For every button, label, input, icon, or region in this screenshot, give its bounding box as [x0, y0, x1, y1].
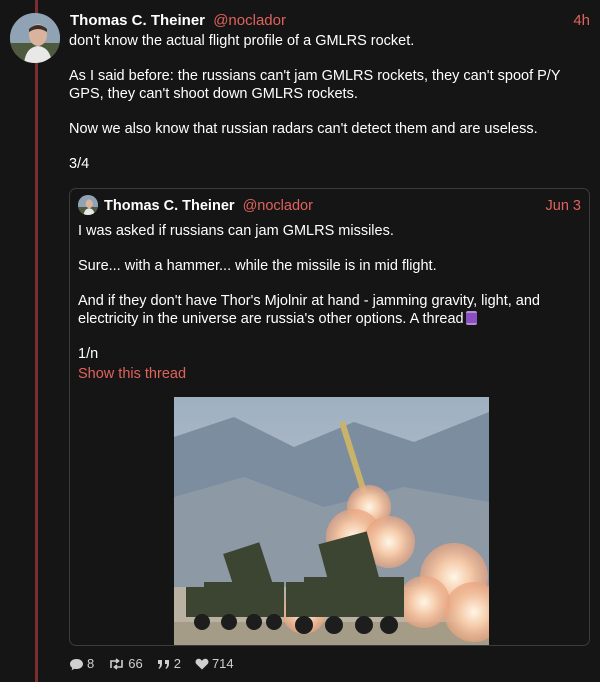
boost-button[interactable]: 66: [108, 656, 143, 672]
like-count: 714: [211, 656, 234, 671]
avatar[interactable]: [10, 13, 60, 63]
quote-button[interactable]: 2: [157, 656, 181, 672]
author-name[interactable]: Thomas C. Theiner: [70, 12, 205, 29]
post-paragraph: As I said before: the russians can't jam…: [69, 68, 561, 102]
quote-icon: [157, 659, 169, 669]
post-header: Thomas C. Theiner @noclador 4h: [70, 11, 590, 31]
quoted-paragraph: I was asked if russians can jam GMLRS mi…: [78, 223, 394, 239]
thread-line: [35, 0, 38, 682]
show-thread-link[interactable]: Show this thread: [78, 365, 583, 383]
thread-counter: 1/n: [78, 346, 99, 362]
like-button[interactable]: 714: [195, 656, 234, 672]
reply-count: 8: [87, 656, 95, 671]
attached-photo[interactable]: [174, 397, 489, 645]
quoted-author-name[interactable]: Thomas C. Theiner: [104, 198, 235, 214]
quoted-post[interactable]: Thomas C. Theiner @noclador Jun 3 I was …: [69, 188, 590, 646]
quoted-body: I was asked if russians can jam GMLRS mi…: [78, 222, 583, 383]
reply-icon: [70, 658, 83, 670]
quoted-author-handle[interactable]: @noclador: [243, 198, 313, 214]
quoted-paragraph: Sure... with a hammer... while the missi…: [78, 258, 437, 274]
quoted-time[interactable]: Jun 3: [546, 197, 581, 215]
post-paragraph: Now we also know that russian radars can…: [69, 121, 538, 137]
thread-emoji-icon: [465, 311, 477, 325]
quoted-paragraph: And if they don't have Thor's Mjolnir at…: [78, 292, 583, 328]
post-body: don't know the actual flight profile of …: [69, 32, 594, 190]
author-handle[interactable]: @noclador: [213, 12, 286, 29]
boost-count: 66: [128, 656, 143, 671]
reply-button[interactable]: 8: [69, 656, 94, 672]
quote-count: 2: [173, 656, 181, 671]
repost-icon: [110, 658, 124, 670]
post-actions: 8 66 2 714: [69, 656, 234, 672]
post-paragraph: don't know the actual flight profile of …: [69, 33, 415, 49]
post-time[interactable]: 4h: [573, 11, 590, 31]
heart-icon: [195, 658, 209, 670]
post-paragraph: 3/4: [69, 156, 90, 172]
quoted-header: Thomas C. Theiner @noclador Jun 3: [104, 197, 581, 215]
quoted-avatar[interactable]: [78, 195, 98, 215]
